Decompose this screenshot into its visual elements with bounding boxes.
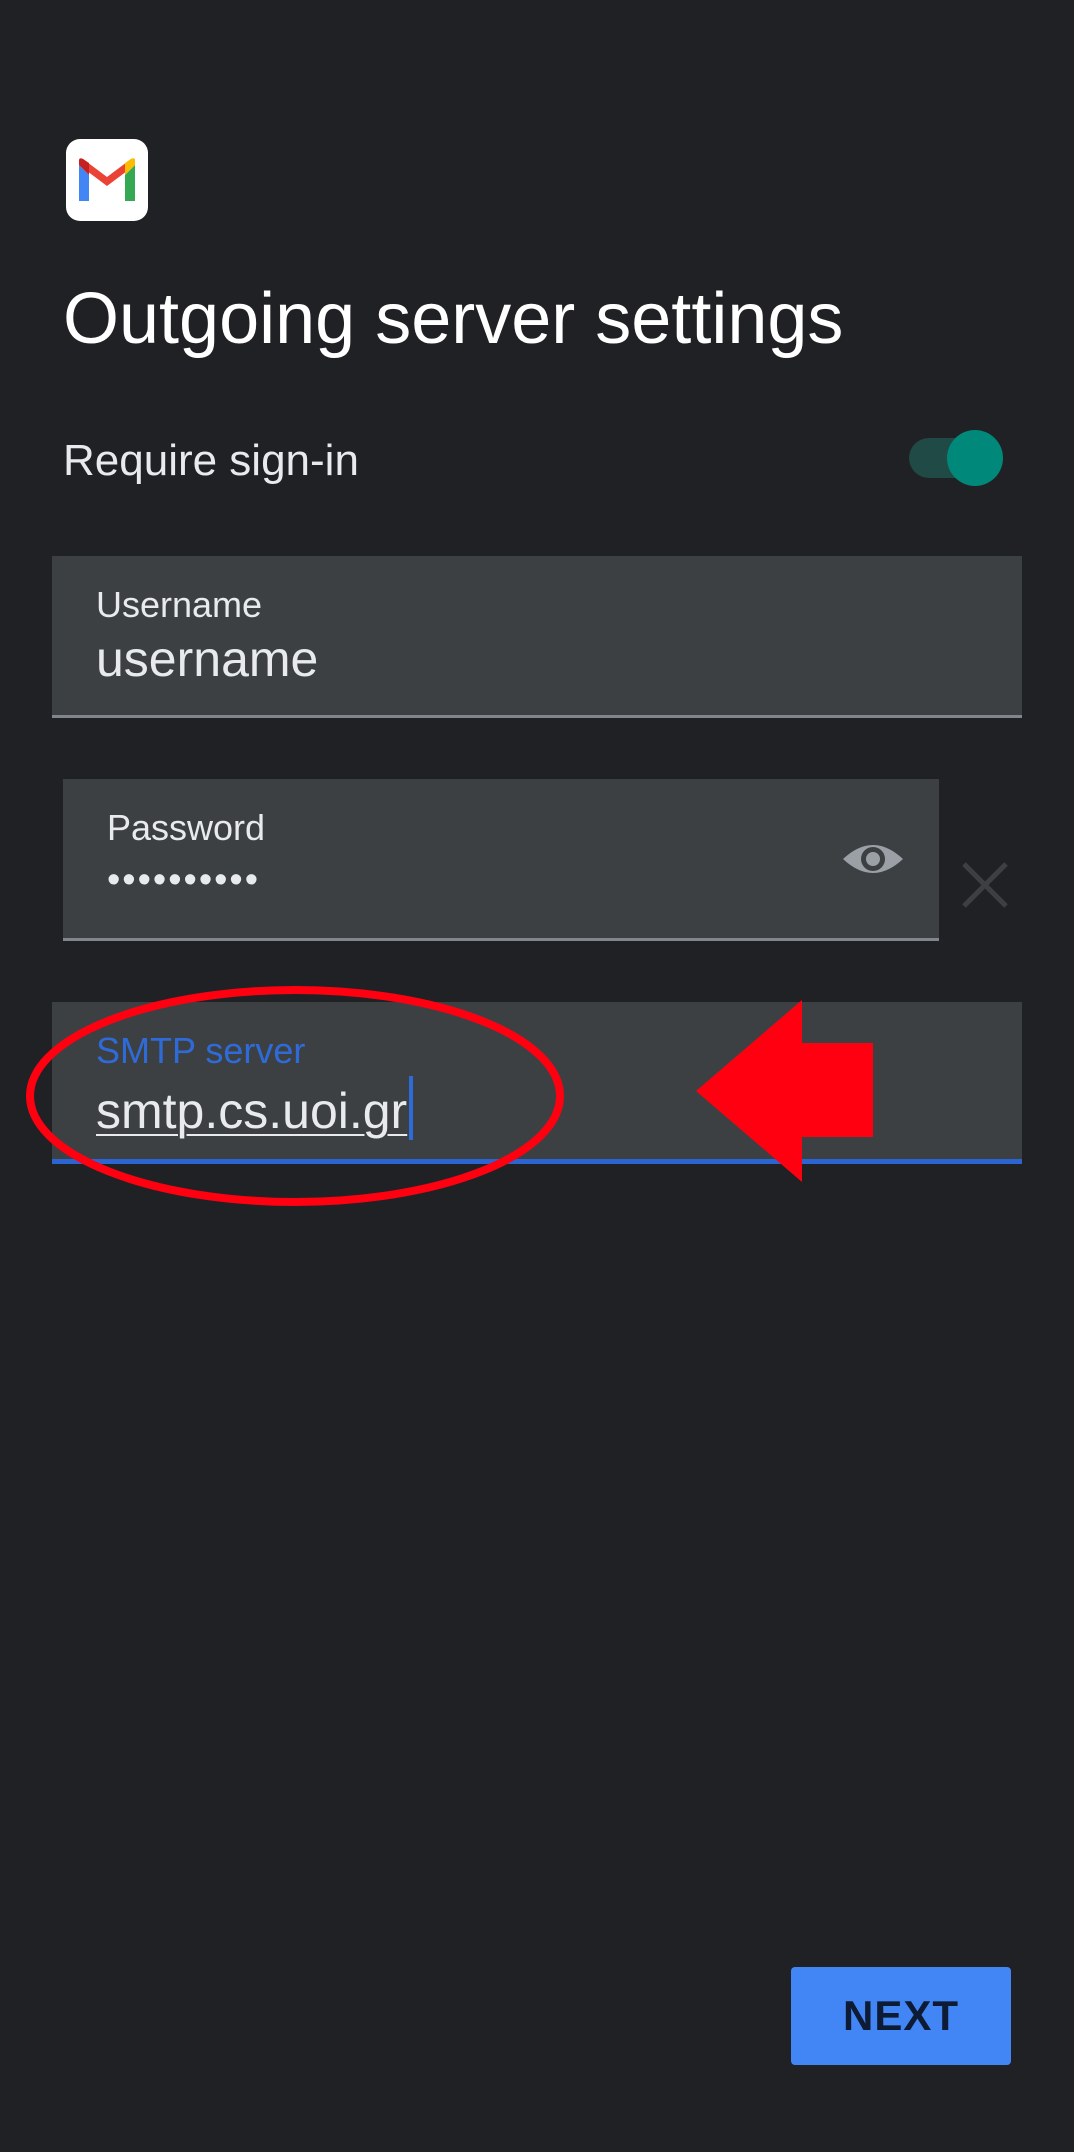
smtp-server-label: SMTP server bbox=[96, 1030, 306, 1071]
gmail-logo bbox=[66, 139, 148, 221]
next-button[interactable]: NEXT bbox=[791, 1967, 1011, 2065]
eye-icon[interactable] bbox=[841, 837, 905, 881]
password-field[interactable]: Password •••••••••• bbox=[63, 779, 939, 941]
gmail-m-icon bbox=[79, 158, 135, 201]
username-field[interactable]: Username username bbox=[52, 556, 1022, 718]
password-input[interactable]: •••••••••• bbox=[107, 859, 260, 902]
text-cursor bbox=[409, 1076, 414, 1140]
password-label: Password bbox=[107, 807, 266, 848]
require-sign-in-switch[interactable] bbox=[909, 430, 1003, 486]
close-icon[interactable] bbox=[960, 860, 1010, 910]
username-label: Username bbox=[96, 584, 263, 625]
require-sign-in-row: Require sign-in bbox=[63, 430, 1003, 486]
smtp-server-field[interactable]: SMTP server smtp.cs.uoi.gr bbox=[52, 1002, 1022, 1164]
username-input[interactable]: username bbox=[96, 630, 318, 688]
page-title: Outgoing server settings bbox=[63, 279, 844, 359]
switch-thumb bbox=[947, 430, 1003, 486]
smtp-server-input[interactable]: smtp.cs.uoi.gr bbox=[96, 1076, 414, 1140]
require-sign-in-label: Require sign-in bbox=[63, 436, 359, 485]
smtp-server-value: smtp.cs.uoi.gr bbox=[96, 1083, 408, 1139]
